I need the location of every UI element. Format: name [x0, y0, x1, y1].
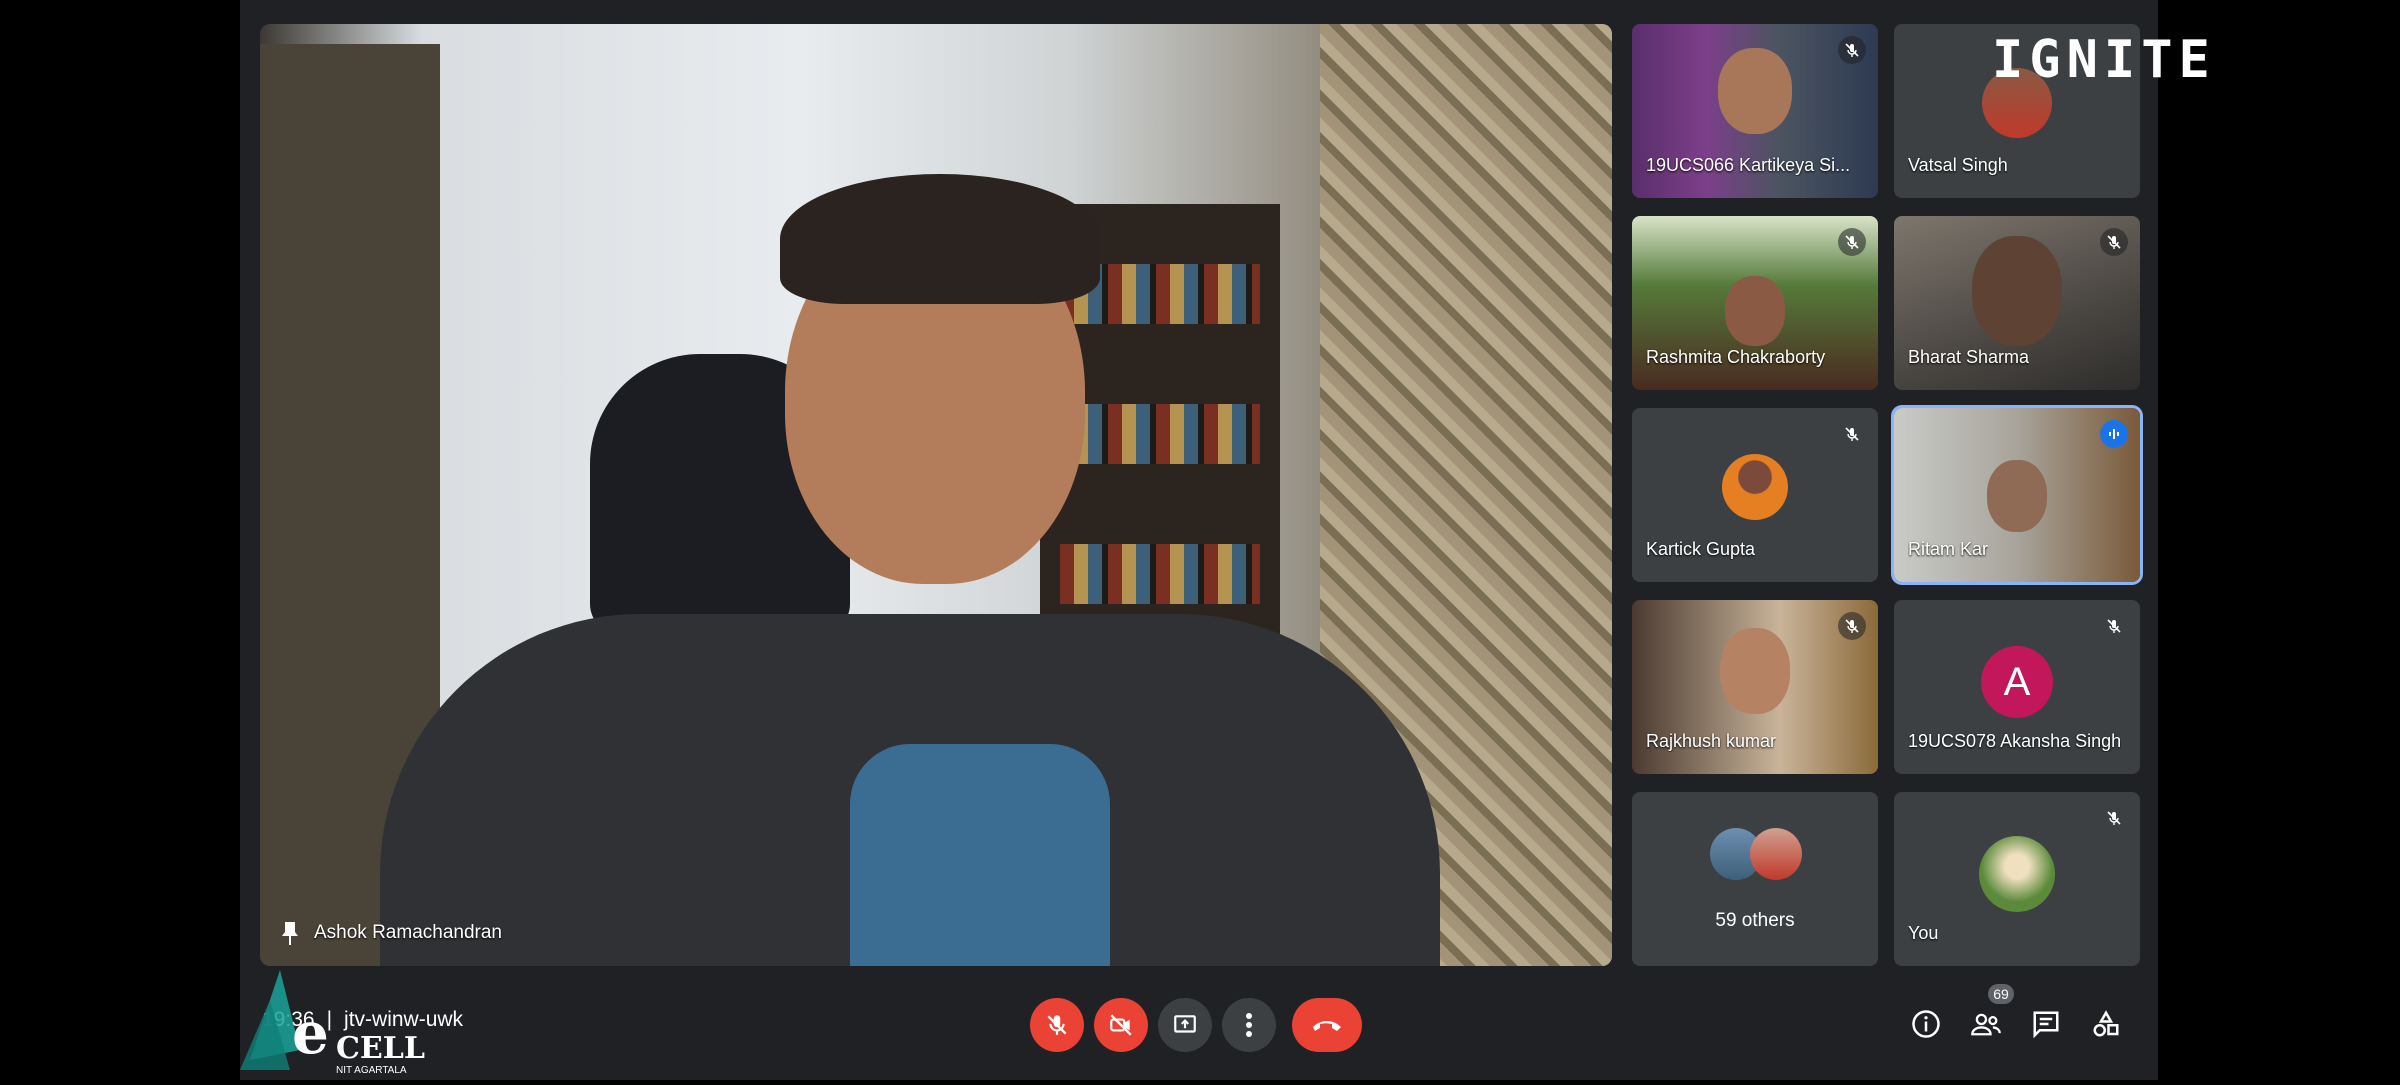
- ignite-overlay-logo: IGNITE: [1992, 30, 2216, 90]
- control-bar: 19:36 | jtv-winw-uwk 69: [240, 972, 2158, 1080]
- participant-video: [1725, 276, 1785, 346]
- participant-tile[interactable]: Bharat Sharma: [1894, 216, 2140, 390]
- participant-tile[interactable]: 19UCS066 Kartikeya Si...: [1632, 24, 1878, 198]
- chat-icon[interactable]: [2028, 1006, 2064, 1042]
- muted-mic-icon: [2100, 804, 2128, 832]
- books-row: [1060, 404, 1260, 464]
- participant-avatar: [1979, 836, 2055, 912]
- participant-name: 19UCS066 Kartikeya Si...: [1646, 155, 1851, 175]
- speaker-shirt: [850, 744, 1110, 966]
- muted-mic-icon: [2100, 612, 2128, 640]
- participant-name: Ritam Kar: [1908, 539, 1989, 559]
- present-screen-button[interactable]: [1158, 998, 1212, 1052]
- speaking-indicator-icon: [2100, 420, 2128, 448]
- people-icon[interactable]: [1968, 1006, 2004, 1042]
- muted-mic-icon: [2100, 228, 2128, 256]
- participant-video: [1720, 628, 1790, 714]
- participant-name: Rashmita Chakraborty: [1646, 347, 1826, 367]
- participant-video: [1972, 236, 2062, 346]
- participant-name: Bharat Sharma: [1908, 347, 2030, 367]
- meeting-details-icon[interactable]: [1908, 1006, 1944, 1042]
- self-tile[interactable]: You: [1894, 792, 2140, 966]
- speaker-hair: [780, 174, 1100, 304]
- participant-video: [1718, 48, 1792, 134]
- activities-icon[interactable]: [2088, 1006, 2124, 1042]
- participant-name: Vatsal Singh: [1908, 155, 2008, 175]
- participant-tile-speaking[interactable]: Ritam Kar: [1894, 408, 2140, 582]
- ecell-logo-cell: CELL: [336, 1031, 425, 1066]
- more-options-button[interactable]: [1222, 998, 1276, 1052]
- others-tile[interactable]: 59 others: [1632, 792, 1878, 966]
- books-row: [1060, 544, 1260, 604]
- muted-mic-icon: [1838, 612, 1866, 640]
- ecell-logo: e CELL NIT AGARTALA: [240, 930, 440, 1080]
- participant-tile[interactable]: Rashmita Chakraborty: [1632, 216, 1878, 390]
- muted-mic-icon: [1838, 420, 1866, 448]
- mic-off-button[interactable]: [1030, 998, 1084, 1052]
- meet-window: Ashok Ramachandran 19UCS066 Kartikeya Si…: [240, 0, 2158, 1080]
- participant-video: [1987, 460, 2047, 532]
- participant-avatar: [1722, 454, 1788, 520]
- participant-tile[interactable]: A 19UCS078 Akansha Singh: [1894, 600, 2140, 774]
- participant-avatar: [1750, 828, 1802, 880]
- participant-tile[interactable]: Kartick Gupta: [1632, 408, 1878, 582]
- main-speaker-tile[interactable]: Ashok Ramachandran: [260, 24, 1612, 966]
- end-call-button[interactable]: [1292, 998, 1362, 1052]
- ecell-logo-e: e: [292, 999, 329, 1067]
- people-count-badge: 69: [1988, 984, 2014, 1004]
- participant-name: You: [1908, 923, 1939, 943]
- muted-mic-icon: [1838, 228, 1866, 256]
- participant-name: 19UCS078 Akansha Singh: [1908, 731, 2122, 751]
- participant-name: Kartick Gupta: [1646, 539, 1756, 559]
- muted-mic-icon: [1838, 36, 1866, 64]
- camera-off-button[interactable]: [1094, 998, 1148, 1052]
- ecell-logo-subtitle: NIT AGARTALA: [336, 1065, 407, 1076]
- participant-tile[interactable]: Rajkhush kumar: [1632, 600, 1878, 774]
- others-count: 59 others: [1715, 910, 1795, 931]
- participant-avatar: A: [1981, 646, 2053, 718]
- participant-name: Rajkhush kumar: [1646, 731, 1777, 751]
